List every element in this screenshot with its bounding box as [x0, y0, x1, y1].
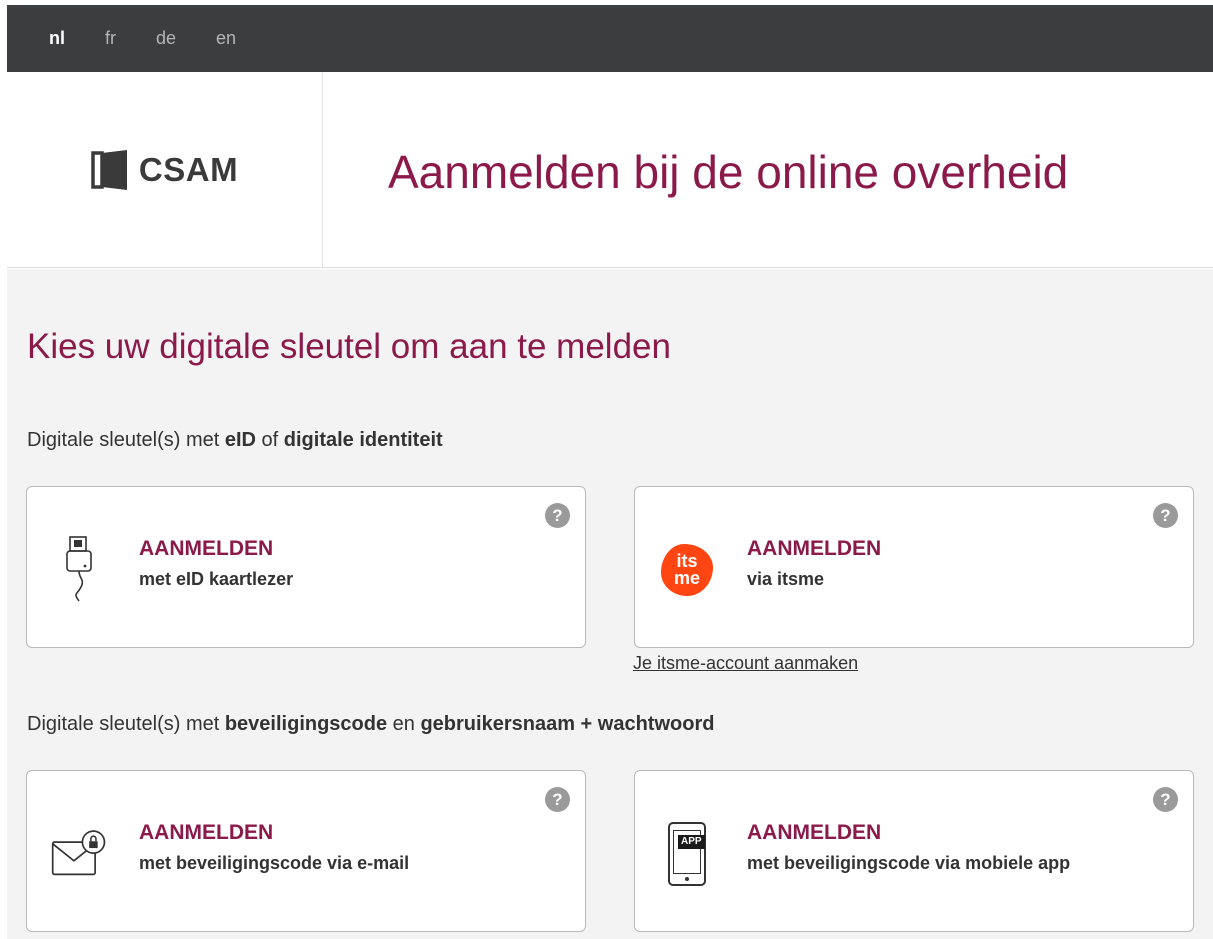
help-icon[interactable]: ?: [1153, 787, 1178, 812]
language-bar: nl fr de en: [7, 5, 1213, 72]
language-de[interactable]: de: [156, 28, 176, 49]
group-label-bold: beveiligingscode: [224, 713, 388, 735]
page-title: Aanmelden bij de online overheid: [388, 146, 1069, 198]
app-badge: APP: [678, 835, 705, 849]
group-label-text: en: [387, 713, 421, 735]
help-icon[interactable]: ?: [545, 787, 570, 812]
login-email-card[interactable]: ? AANMELDEN met beveiligingscode via e-m…: [26, 770, 586, 932]
create-itsme-account-link[interactable]: Je itsme-account aanmaken: [633, 653, 858, 674]
card-subtitle: met beveiligingscode via e-mail: [139, 853, 410, 873]
card-subtitle: met beveiligingscode via mobiele app: [747, 853, 1071, 873]
group-label-text: Digitale sleutel(s) met: [27, 429, 225, 451]
language-nl[interactable]: nl: [49, 28, 65, 49]
itsme-logo-icon: its me: [659, 535, 715, 605]
main-content: Kies uw digitale sleutel om aan te melde…: [7, 269, 1213, 939]
csam-door-icon: [91, 150, 127, 190]
card-title: AANMELDEN: [139, 537, 274, 560]
card-title: AANMELDEN: [747, 537, 882, 560]
logo-text: CSAM: [138, 151, 239, 188]
login-eid-card[interactable]: ? AANMELDEN met eID kaartlezer: [26, 486, 586, 648]
group-label-bold: gebruikersnaam + wachtwoord: [420, 713, 715, 735]
group-label-text: Digitale sleutel(s) met: [27, 713, 225, 735]
phone-home-dot: [685, 877, 689, 881]
login-itsme-card[interactable]: ? its me AANMELDEN via itsme: [634, 486, 1194, 648]
language-fr[interactable]: fr: [105, 28, 116, 49]
card-subtitle: via itsme: [747, 569, 825, 589]
group-label-securitycode: Digitale sleutel(s) met beveiligingscode…: [27, 713, 714, 736]
email-lock-icon: [51, 819, 107, 889]
header: CSAM Aanmelden bij de online overheid: [7, 72, 1213, 268]
section-title: Kies uw digitale sleutel om aan te melde…: [27, 327, 671, 366]
group-label-bold: eID: [224, 429, 256, 451]
group-label-bold: digitale identiteit: [283, 429, 443, 451]
card-subtitle: met eID kaartlezer: [139, 569, 294, 589]
language-en[interactable]: en: [216, 28, 236, 49]
mobile-app-icon: APP: [659, 819, 715, 889]
help-icon[interactable]: ?: [1153, 503, 1178, 528]
card-title: AANMELDEN: [747, 821, 882, 844]
itsme-logo-text: me: [673, 568, 700, 588]
group-label-eid: Digitale sleutel(s) met eID of digitale …: [27, 429, 443, 452]
help-icon[interactable]: ?: [545, 503, 570, 528]
itsme-logo-blob: its me: [661, 544, 713, 596]
logo-area: CSAM: [7, 72, 323, 268]
card-title: AANMELDEN: [139, 821, 274, 844]
phone-frame: APP: [668, 822, 706, 886]
group-label-text: of: [255, 429, 284, 451]
csam-logo: CSAM: [91, 150, 238, 190]
card-reader-icon: [51, 535, 107, 605]
login-mobile-app-card[interactable]: ? APP AANMELDEN met beveiligingscode via…: [634, 770, 1194, 932]
